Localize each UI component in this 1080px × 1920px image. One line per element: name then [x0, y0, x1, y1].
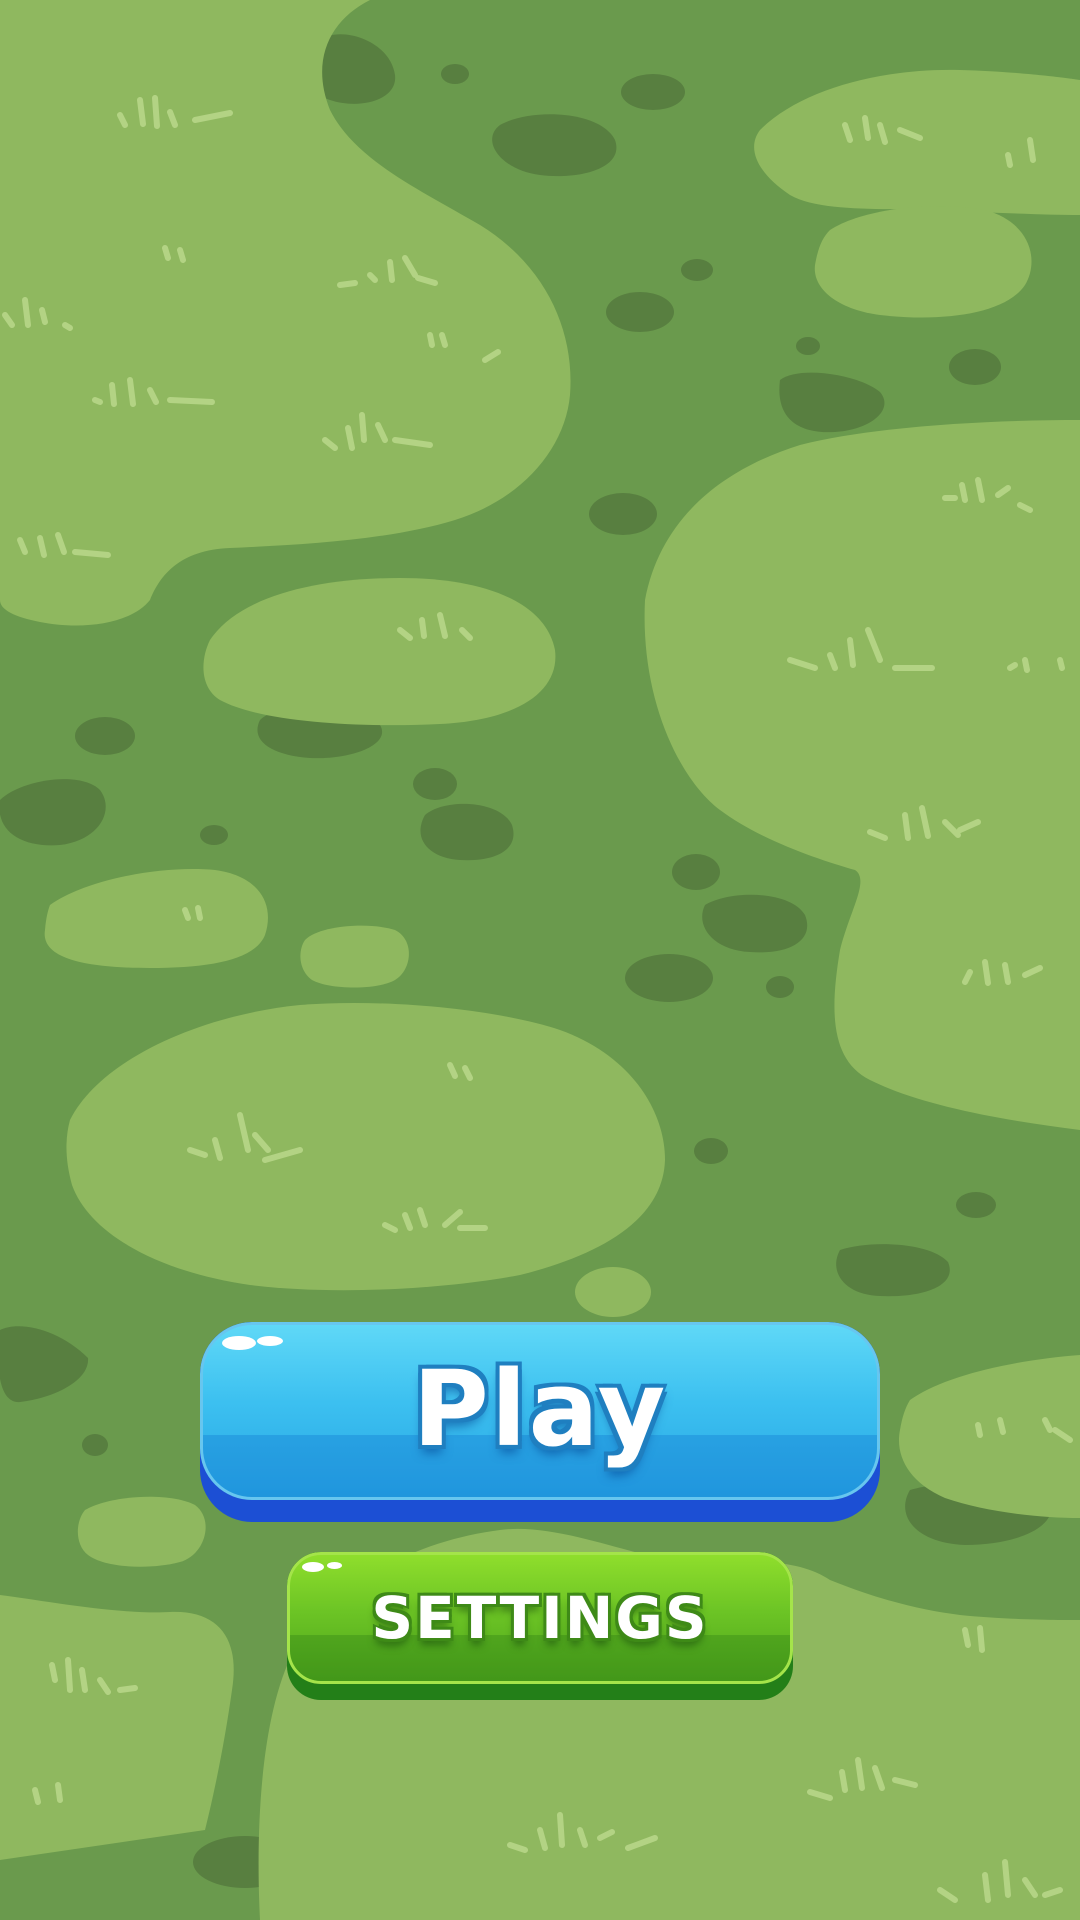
settings-button-highlight — [327, 1562, 342, 1569]
settings-button-highlight — [302, 1562, 324, 1572]
play-button-highlight — [257, 1336, 283, 1346]
settings-button-label: SETTINGS — [371, 1584, 709, 1652]
play-button[interactable]: Play — [200, 1322, 880, 1522]
play-button-highlight — [222, 1336, 256, 1350]
settings-button[interactable]: SETTINGS — [287, 1552, 793, 1700]
play-button-label: Play — [412, 1348, 668, 1470]
